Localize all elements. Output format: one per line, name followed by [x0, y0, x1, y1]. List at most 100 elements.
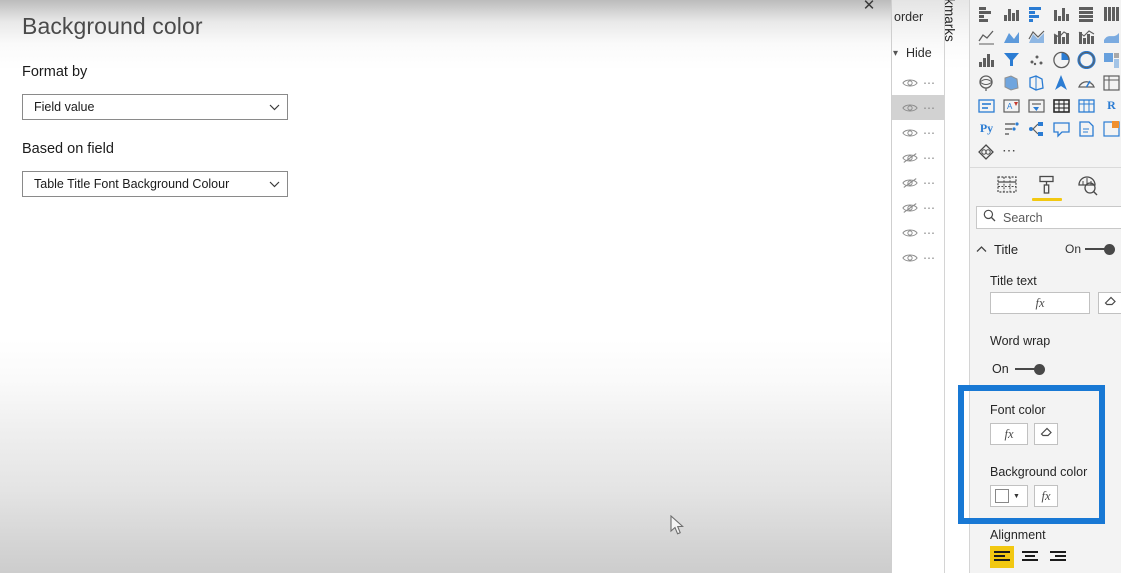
- based-on-field-dropdown[interactable]: Table Title Font Background Colour: [22, 171, 288, 197]
- map-icon[interactable]: [974, 71, 999, 94]
- font-color-label: Font color: [990, 403, 1046, 417]
- row-menu-icon[interactable]: ⋯: [923, 252, 936, 264]
- row-menu-icon[interactable]: ⋯: [923, 127, 936, 139]
- word-wrap-state: On: [992, 362, 1009, 376]
- clustered-column-chart-icon[interactable]: [1049, 2, 1074, 25]
- format-by-label: Format by: [22, 64, 88, 80]
- smart-narrative-icon[interactable]: [1099, 117, 1121, 140]
- fx-label: fx: [1041, 488, 1051, 503]
- background-color-fx-button[interactable]: fx: [1034, 485, 1058, 507]
- color-swatch: [995, 489, 1009, 503]
- eraser-icon: [1104, 294, 1117, 312]
- eye-hidden-icon[interactable]: [902, 176, 918, 190]
- kpi-icon[interactable]: [1024, 94, 1049, 117]
- waterfall-chart-icon[interactable]: [974, 48, 999, 71]
- eye-visible-icon[interactable]: [902, 126, 918, 140]
- get-more-visuals-icon[interactable]: ⋯: [1002, 142, 1018, 159]
- title-text-reset-button[interactable]: [1098, 292, 1121, 314]
- analytics-tab[interactable]: [1074, 172, 1100, 198]
- selection-row[interactable]: ⋯: [892, 145, 944, 170]
- eye-visible-icon[interactable]: [902, 101, 918, 115]
- scatter-chart-icon[interactable]: [1024, 48, 1049, 71]
- fx-label: fx: [1004, 426, 1014, 441]
- align-left-button[interactable]: [990, 546, 1014, 568]
- search-input[interactable]: Search: [976, 206, 1121, 229]
- card-icon[interactable]: [974, 94, 999, 117]
- align-right-button[interactable]: [1046, 546, 1070, 568]
- bookmarks-tab-label: Bookmarks: [942, 0, 957, 42]
- pie-chart-icon[interactable]: [1049, 48, 1074, 71]
- row-menu-icon[interactable]: ⋯: [923, 202, 936, 214]
- python-visual-icon[interactable]: [999, 117, 1024, 140]
- pane-tabs: [970, 170, 1121, 201]
- section-header-title[interactable]: Title On: [970, 238, 1121, 260]
- table-icon[interactable]: [1074, 94, 1099, 117]
- selection-row[interactable]: ⋯: [892, 170, 944, 195]
- row-menu-icon[interactable]: ⋯: [923, 77, 936, 89]
- format-by-dropdown[interactable]: Field value: [22, 94, 288, 120]
- key-influencers-icon[interactable]: [1024, 117, 1049, 140]
- background-color-dialog: ✕ Background color Format by Field value…: [0, 0, 891, 573]
- paginated-report-icon[interactable]: [974, 140, 999, 163]
- line-and-stacked-column-chart-icon[interactable]: [1049, 25, 1074, 48]
- matrix-icon[interactable]: [1099, 71, 1121, 94]
- background-color-swatch-picker[interactable]: ▼: [990, 485, 1028, 507]
- funnel-chart-icon[interactable]: [999, 48, 1024, 71]
- selection-row[interactable]: ⋯: [892, 220, 944, 245]
- eye-hidden-icon[interactable]: [902, 201, 918, 215]
- selection-row[interactable]: ⋯: [892, 95, 944, 120]
- eye-hidden-icon[interactable]: [902, 151, 918, 165]
- selection-row[interactable]: ⋯: [892, 120, 944, 145]
- layer-order-header: order: [894, 10, 924, 24]
- font-color-fx-button[interactable]: fx: [990, 423, 1028, 445]
- close-icon[interactable]: ✕: [857, 0, 881, 18]
- eye-visible-icon[interactable]: [902, 251, 918, 265]
- stacked-area-chart-icon[interactable]: [1024, 25, 1049, 48]
- alignment-label: Alignment: [990, 528, 1046, 542]
- title-text-fx-button[interactable]: fx: [990, 292, 1090, 314]
- selection-pane: order ▾ Hide ⋯ ⋯ ⋯ ⋯ ⋯ ⋯ ⋯ ⋯: [891, 0, 944, 573]
- clustered-bar-chart-icon[interactable]: [1024, 2, 1049, 25]
- gauge-icon[interactable]: [1074, 71, 1099, 94]
- treemap-icon[interactable]: [1099, 48, 1121, 71]
- format-tab[interactable]: [1032, 172, 1062, 201]
- toggle: [1014, 363, 1045, 375]
- q-and-a-icon[interactable]: [1074, 117, 1099, 140]
- build-tab[interactable]: [994, 172, 1020, 198]
- alignment-buttons: [990, 546, 1070, 568]
- row-menu-icon[interactable]: ⋯: [923, 177, 936, 189]
- row-menu-icon[interactable]: ⋯: [923, 102, 936, 114]
- selection-row[interactable]: ⋯: [892, 70, 944, 95]
- r-script-visual-icon[interactable]: Py: [974, 117, 999, 140]
- align-center-button[interactable]: [1018, 546, 1042, 568]
- stacked-bar-chart-icon[interactable]: [974, 2, 999, 25]
- section-title-label: Title: [994, 241, 1019, 257]
- row-menu-icon[interactable]: ⋯: [923, 227, 936, 239]
- title-toggle[interactable]: [1085, 243, 1115, 255]
- line-and-clustered-column-chart-icon[interactable]: [1074, 25, 1099, 48]
- background-color-label: Background color: [990, 465, 1088, 479]
- azure-map-icon[interactable]: [1049, 71, 1074, 94]
- ribbon-chart-icon[interactable]: [1099, 25, 1121, 48]
- word-wrap-toggle[interactable]: On: [992, 362, 1045, 376]
- matrix-table-icon[interactable]: R: [1099, 94, 1121, 117]
- slicer-icon[interactable]: [1049, 94, 1074, 117]
- filled-map-icon[interactable]: [999, 71, 1024, 94]
- based-on-field-label: Based on field: [22, 141, 114, 157]
- shape-map-icon[interactable]: [1024, 71, 1049, 94]
- eye-visible-icon[interactable]: [902, 226, 918, 240]
- selection-row[interactable]: ⋯: [892, 245, 944, 270]
- donut-chart-icon[interactable]: [1074, 48, 1099, 71]
- bookmarks-pane-tab[interactable]: Bookmarks: [942, 0, 970, 573]
- decomposition-tree-icon[interactable]: [1049, 117, 1074, 140]
- hundred-percent-stacked-bar-chart-icon[interactable]: [1074, 2, 1099, 25]
- area-chart-icon[interactable]: [999, 25, 1024, 48]
- eye-visible-icon[interactable]: [902, 76, 918, 90]
- row-menu-icon[interactable]: ⋯: [923, 152, 936, 164]
- stacked-column-chart-icon[interactable]: [999, 2, 1024, 25]
- line-chart-icon[interactable]: [974, 25, 999, 48]
- multi-row-card-icon[interactable]: A: [999, 94, 1024, 117]
- hundred-percent-stacked-column-chart-icon[interactable]: [1099, 2, 1121, 25]
- selection-row[interactable]: ⋯: [892, 195, 944, 220]
- font-color-reset-button[interactable]: [1034, 423, 1058, 445]
